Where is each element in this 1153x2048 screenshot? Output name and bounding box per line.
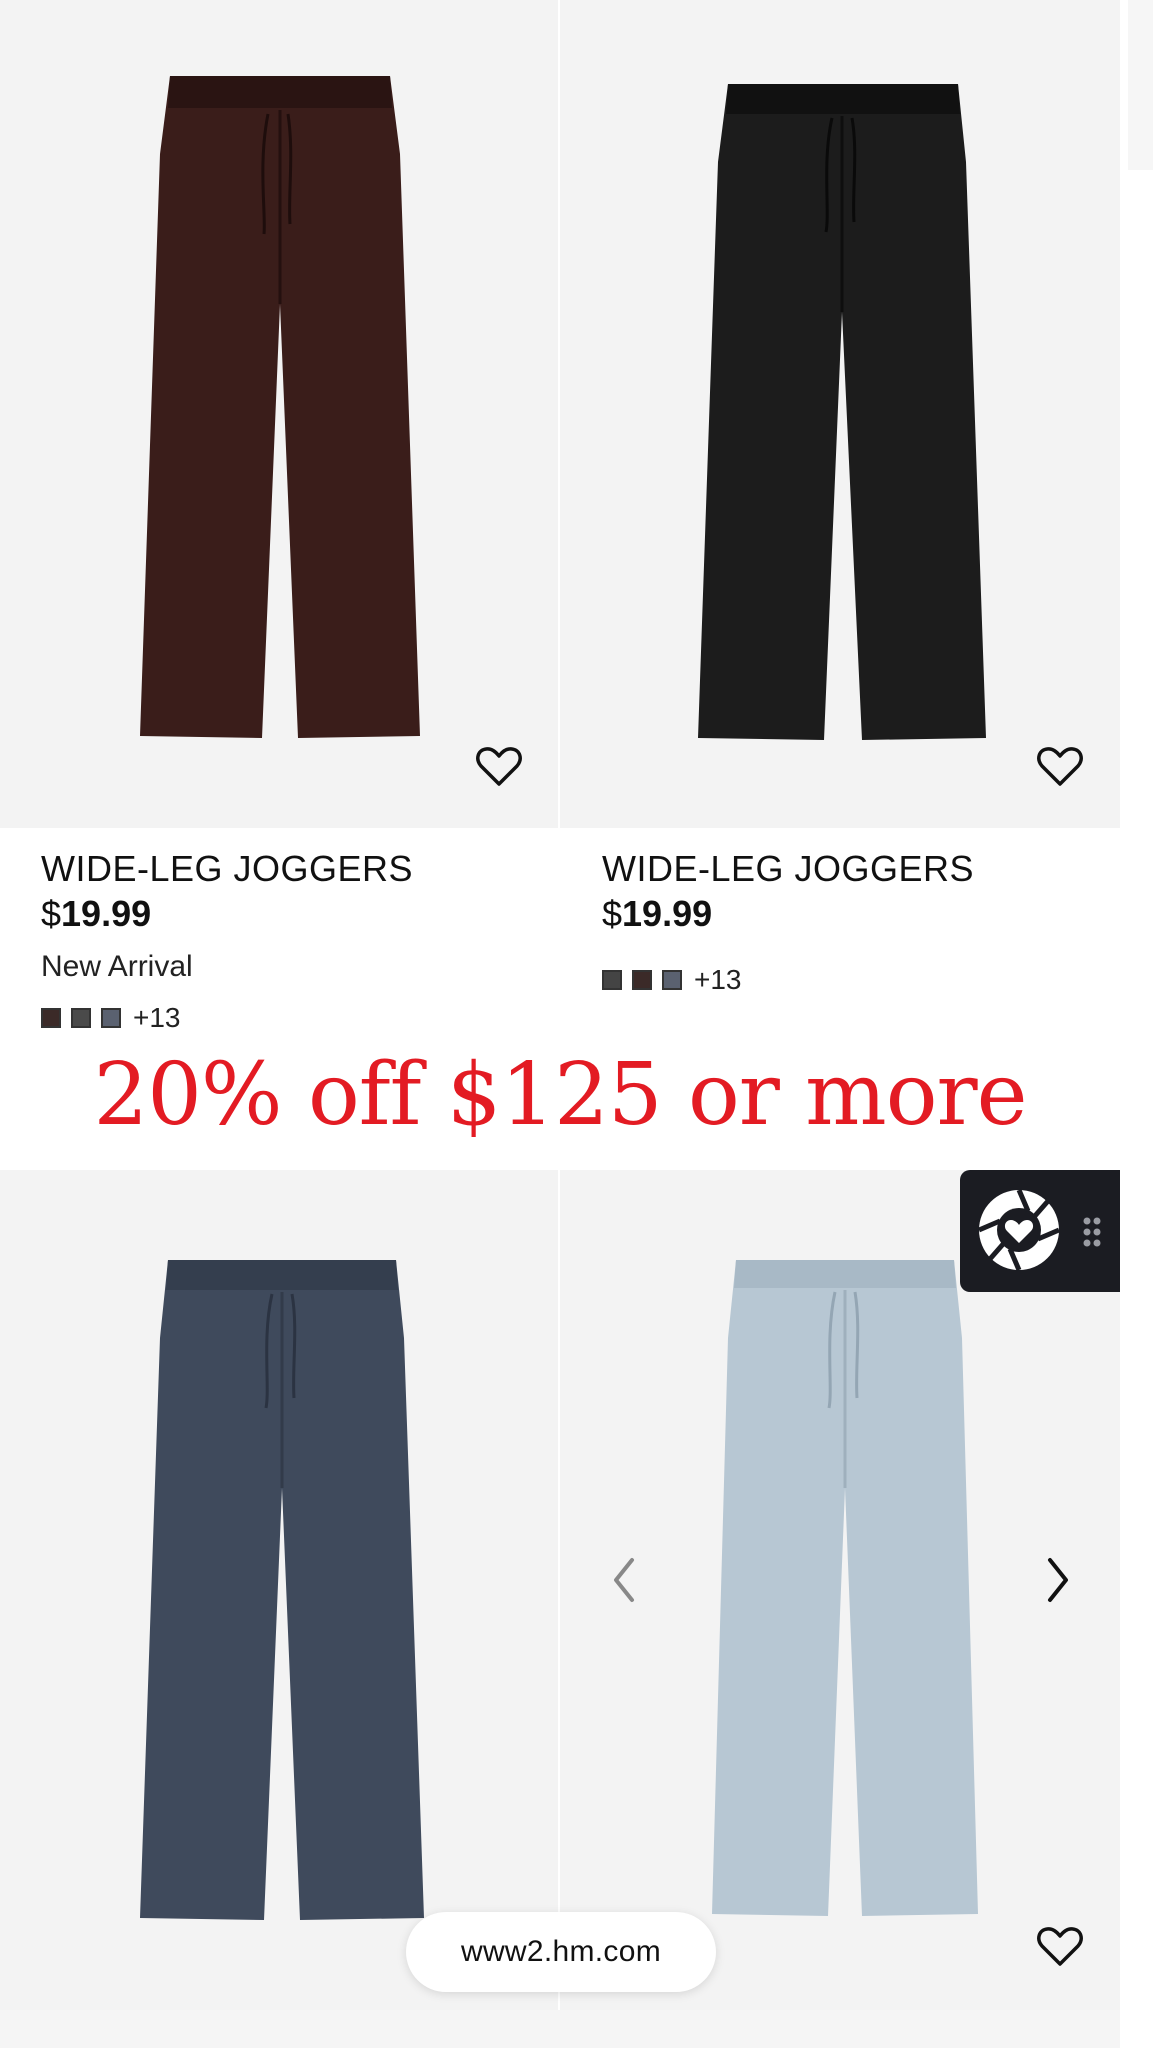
pants-image-brown	[138, 74, 422, 742]
bottom-strip	[0, 2010, 1120, 2048]
price-value: 19.99	[622, 893, 713, 934]
color-swatch[interactable]	[662, 970, 682, 990]
product-image-4[interactable]	[560, 1170, 1120, 2010]
product-title[interactable]: WIDE-LEG JOGGERS	[602, 848, 974, 890]
favorite-heart-icon[interactable]	[1036, 746, 1084, 788]
heart-aperture-logo-icon[interactable]	[976, 1187, 1062, 1273]
product-price: $19.99	[602, 893, 712, 935]
product-image-2[interactable]	[560, 0, 1120, 828]
product-image-1[interactable]	[0, 0, 558, 828]
color-swatch[interactable]	[632, 970, 652, 990]
product-listing-page: WIDE-LEG JOGGERS $19.99 New Arrival +13	[0, 0, 1120, 2048]
product-price: $19.99	[41, 893, 151, 935]
currency-symbol: $	[602, 893, 623, 934]
address-bar-url[interactable]: www2.hm.com	[406, 1912, 716, 1992]
price-value: 19.99	[61, 893, 152, 934]
more-colors-count: +13	[694, 964, 742, 995]
color-swatch[interactable]	[71, 1008, 91, 1028]
product-title[interactable]: WIDE-LEG JOGGERS	[41, 848, 413, 890]
currency-symbol: $	[41, 893, 62, 934]
drag-handle-icon[interactable]	[1082, 1216, 1102, 1248]
promo-banner[interactable]: 20% off $125 or more	[0, 1040, 1120, 1170]
pants-image-navy	[138, 1258, 426, 1922]
product-card-4[interactable]	[560, 1170, 1120, 2010]
chevron-left-icon[interactable]	[604, 1550, 644, 1610]
favorite-heart-icon[interactable]	[1036, 1926, 1084, 1968]
more-colors-count: +13	[133, 1002, 181, 1033]
product-card-1[interactable]: WIDE-LEG JOGGERS $19.99 New Arrival +13	[0, 0, 558, 1040]
color-swatch[interactable]	[101, 1008, 121, 1028]
color-swatches: +13	[41, 1002, 181, 1034]
chevron-right-icon[interactable]	[1038, 1550, 1078, 1610]
product-image-3[interactable]	[0, 1170, 558, 2010]
color-swatches: +13	[602, 964, 742, 996]
right-gutter	[1120, 0, 1153, 2048]
pants-image-light-blue	[710, 1258, 980, 1918]
product-card-2[interactable]: WIDE-LEG JOGGERS $19.99 +13	[560, 0, 1120, 1040]
color-swatch[interactable]	[602, 970, 622, 990]
product-card-3[interactable]	[0, 1170, 558, 2010]
favorite-heart-icon[interactable]	[475, 746, 523, 788]
pants-image-black	[696, 82, 988, 742]
color-swatch[interactable]	[41, 1008, 61, 1028]
assistant-floating-widget[interactable]	[960, 1170, 1120, 1292]
new-arrival-label: New Arrival	[41, 950, 193, 983]
